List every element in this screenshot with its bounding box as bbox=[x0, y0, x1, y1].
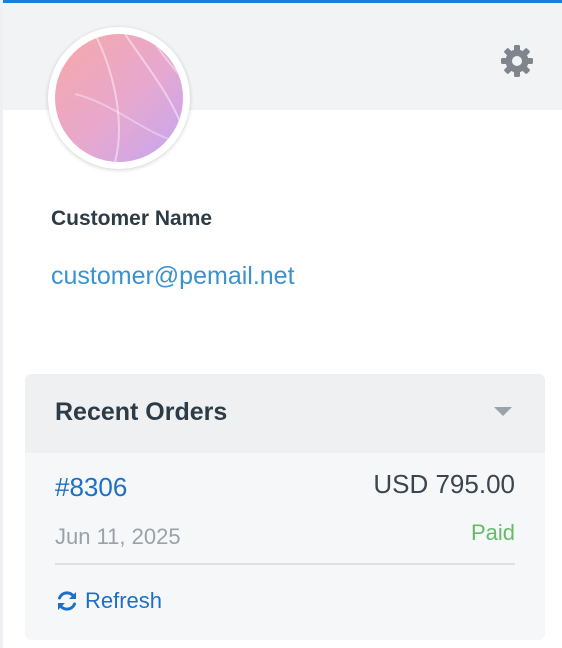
caret-down-icon[interactable] bbox=[494, 407, 512, 416]
order-amount: USD 795.00 bbox=[373, 469, 515, 499]
refresh-icon bbox=[58, 591, 76, 611]
recent-orders-card: Recent Orders #8306 USD 795.00 Jun 11, 2… bbox=[25, 374, 545, 640]
customer-name: Customer Name bbox=[51, 207, 213, 230]
order-status-badge: Paid bbox=[470, 520, 515, 545]
avatar-gradient-image bbox=[55, 34, 183, 162]
order-date: Jun 11, 2025 bbox=[55, 524, 181, 549]
customer-email-link[interactable]: customer@pemail.net bbox=[51, 262, 295, 291]
refresh-button[interactable]: Refresh bbox=[55, 588, 162, 614]
order-number-link[interactable]: #8306 bbox=[55, 472, 127, 503]
avatar[interactable] bbox=[48, 27, 190, 169]
refresh-label: Refresh bbox=[85, 588, 163, 613]
gear-icon bbox=[501, 45, 533, 77]
recent-orders-title: Recent Orders bbox=[55, 398, 228, 426]
settings-gear-icon[interactable] bbox=[500, 44, 534, 78]
recent-orders-header[interactable]: Recent Orders bbox=[25, 374, 545, 453]
order-divider bbox=[55, 563, 515, 565]
customer-panel: Customer Name customer@pemail.net Recent… bbox=[0, 0, 562, 648]
